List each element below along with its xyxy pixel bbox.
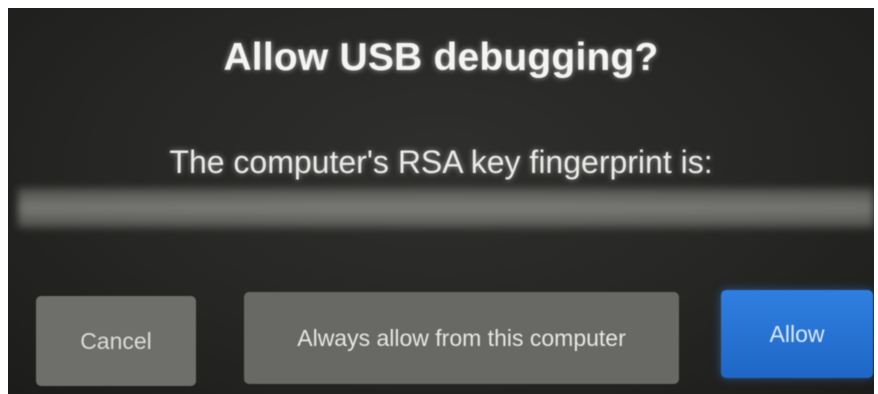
allow-button-label: Allow bbox=[769, 320, 825, 347]
cancel-button-label: Cancel bbox=[80, 327, 152, 354]
rsa-fingerprint-redacted bbox=[18, 188, 874, 228]
usb-debugging-dialog: Allow USB debugging? The computer's RSA … bbox=[8, 8, 874, 394]
always-allow-button[interactable]: Always allow from this computer bbox=[244, 292, 679, 384]
dialog-title: Allow USB debugging? bbox=[223, 36, 659, 79]
always-allow-button-label: Always allow from this computer bbox=[297, 324, 626, 351]
allow-button[interactable]: Allow bbox=[721, 290, 873, 378]
dialog-message: The computer's RSA key fingerprint is: bbox=[169, 144, 713, 180]
cancel-button[interactable]: Cancel bbox=[36, 296, 196, 386]
